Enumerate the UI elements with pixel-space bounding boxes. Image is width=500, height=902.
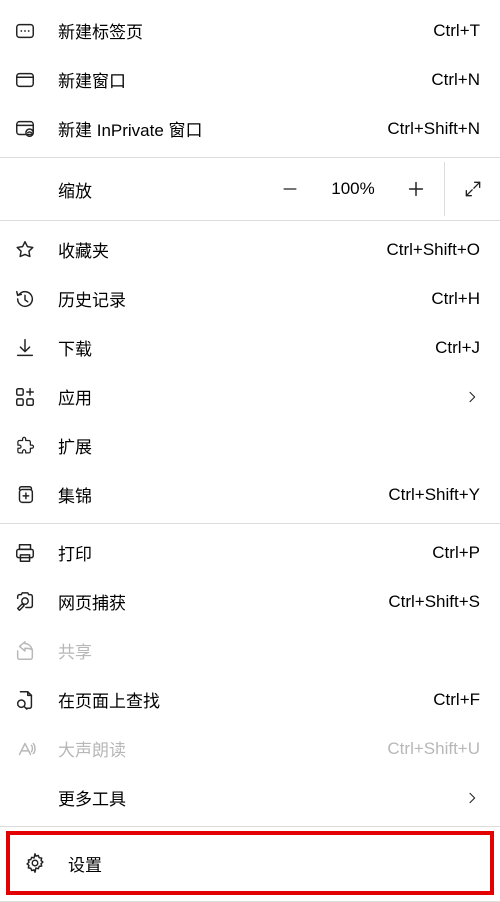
menu-shortcut: Ctrl+Shift+S (388, 592, 486, 612)
menu-item-downloads[interactable]: 下载 Ctrl+J (0, 323, 500, 372)
menu-label: 大声朗读 (58, 736, 387, 761)
zoom-value: 100% (318, 179, 388, 199)
menu-item-history[interactable]: 历史记录 Ctrl+H (0, 274, 500, 323)
menu-shortcut: Ctrl+T (433, 21, 486, 41)
separator (0, 826, 500, 827)
print-icon (14, 542, 58, 564)
zoom-row: 缩放 100% (0, 162, 500, 216)
menu-label: 新建标签页 (58, 18, 433, 43)
menu-item-apps[interactable]: 应用 (0, 372, 500, 421)
menu-shortcut: Ctrl+F (433, 690, 486, 710)
history-icon (14, 288, 58, 310)
menu-shortcut: Ctrl+J (435, 338, 486, 358)
inprivate-icon (14, 118, 58, 140)
zoom-out-button[interactable] (262, 162, 318, 216)
browser-overflow-menu: 新建标签页 Ctrl+T 新建窗口 Ctrl+N 新建 InPrivate 窗口… (0, 0, 500, 902)
fullscreen-button[interactable] (444, 162, 500, 216)
find-icon (14, 689, 58, 711)
menu-item-more-tools[interactable]: 更多工具 (0, 773, 500, 822)
new-window-icon (14, 69, 58, 91)
menu-label: 共享 (58, 638, 486, 663)
menu-label: 网页捕获 (58, 589, 388, 614)
menu-shortcut: Ctrl+P (432, 543, 486, 563)
menu-label: 设置 (68, 851, 476, 876)
menu-item-print[interactable]: 打印 Ctrl+P (0, 528, 500, 577)
menu-shortcut: Ctrl+Shift+N (387, 119, 486, 139)
menu-label: 新建 InPrivate 窗口 (58, 116, 387, 141)
menu-label: 下载 (58, 335, 435, 360)
collections-icon (14, 484, 58, 506)
menu-item-web-capture[interactable]: 网页捕获 Ctrl+Shift+S (0, 577, 500, 626)
menu-shortcut: Ctrl+Shift+O (386, 240, 486, 260)
menu-item-share: 共享 (0, 626, 500, 675)
menu-item-find[interactable]: 在页面上查找 Ctrl+F (0, 675, 500, 724)
separator (0, 220, 500, 221)
menu-label: 打印 (58, 540, 432, 565)
chevron-right-icon (464, 790, 486, 806)
chevron-right-icon (464, 389, 486, 405)
menu-label: 新建窗口 (58, 67, 431, 92)
menu-label: 扩展 (58, 433, 486, 458)
menu-item-collections[interactable]: 集锦 Ctrl+Shift+Y (0, 470, 500, 519)
apps-icon (14, 386, 58, 408)
web-capture-icon (14, 591, 58, 613)
menu-shortcut: Ctrl+N (431, 70, 486, 90)
extensions-icon (14, 435, 58, 457)
menu-shortcut: Ctrl+H (431, 289, 486, 309)
menu-shortcut: Ctrl+Shift+U (387, 739, 486, 759)
read-aloud-icon (14, 738, 58, 760)
menu-label: 收藏夹 (58, 237, 386, 262)
favorites-icon (14, 239, 58, 261)
menu-item-new-tab[interactable]: 新建标签页 Ctrl+T (0, 6, 500, 55)
menu-item-new-window[interactable]: 新建窗口 Ctrl+N (0, 55, 500, 104)
share-icon (14, 640, 58, 662)
menu-item-read-aloud: 大声朗读 Ctrl+Shift+U (0, 724, 500, 773)
menu-item-favorites[interactable]: 收藏夹 Ctrl+Shift+O (0, 225, 500, 274)
separator (0, 523, 500, 524)
menu-item-new-inprivate[interactable]: 新建 InPrivate 窗口 Ctrl+Shift+N (0, 104, 500, 153)
download-icon (14, 337, 58, 359)
menu-item-extensions[interactable]: 扩展 (0, 421, 500, 470)
menu-item-settings[interactable]: 设置 (10, 835, 490, 891)
separator (0, 157, 500, 158)
zoom-in-button[interactable] (388, 162, 444, 216)
menu-label: 应用 (58, 384, 464, 409)
menu-shortcut: Ctrl+Shift+Y (388, 485, 486, 505)
settings-icon (24, 852, 68, 874)
zoom-label: 缩放 (58, 177, 190, 202)
highlight-annotation: 设置 (6, 831, 494, 895)
menu-label: 历史记录 (58, 286, 431, 311)
menu-label: 在页面上查找 (58, 687, 433, 712)
new-tab-icon (14, 20, 58, 42)
menu-label: 集锦 (58, 482, 388, 507)
menu-label: 更多工具 (58, 785, 464, 810)
